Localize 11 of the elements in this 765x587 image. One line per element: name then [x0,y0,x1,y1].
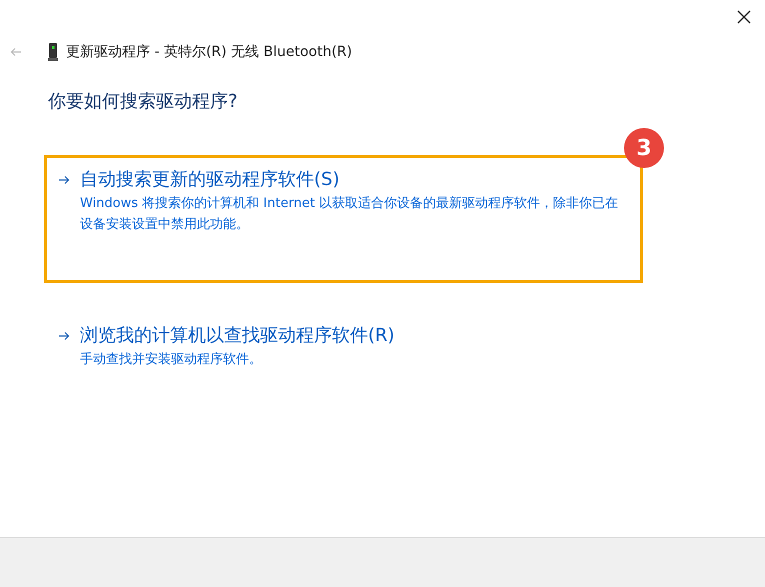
option-link[interactable]: 自动搜索更新的驱动程序软件(S) [80,167,630,193]
arrow-icon [58,175,70,185]
option-description: 手动查找并安装驱动程序软件。 [80,351,263,369]
window-title: 更新驱动程序 - 英特尔(R) 无线 Bluetooth(R) [66,42,352,62]
option-link[interactable]: 浏览我的计算机以查找驱动程序软件(R) [80,323,630,349]
page-heading: 你要如何搜索驱动程序? [48,90,239,114]
step-badge: 3 [624,128,664,168]
device-icon [48,43,58,61]
arrow-icon [58,331,70,341]
close-icon[interactable] [737,10,751,24]
option-description: Windows 将搜索你的计算机和 Internet 以获取适合你设备的最新驱动程序软件，除非你已在设备安装设置中禁用此功能。 [80,195,620,234]
